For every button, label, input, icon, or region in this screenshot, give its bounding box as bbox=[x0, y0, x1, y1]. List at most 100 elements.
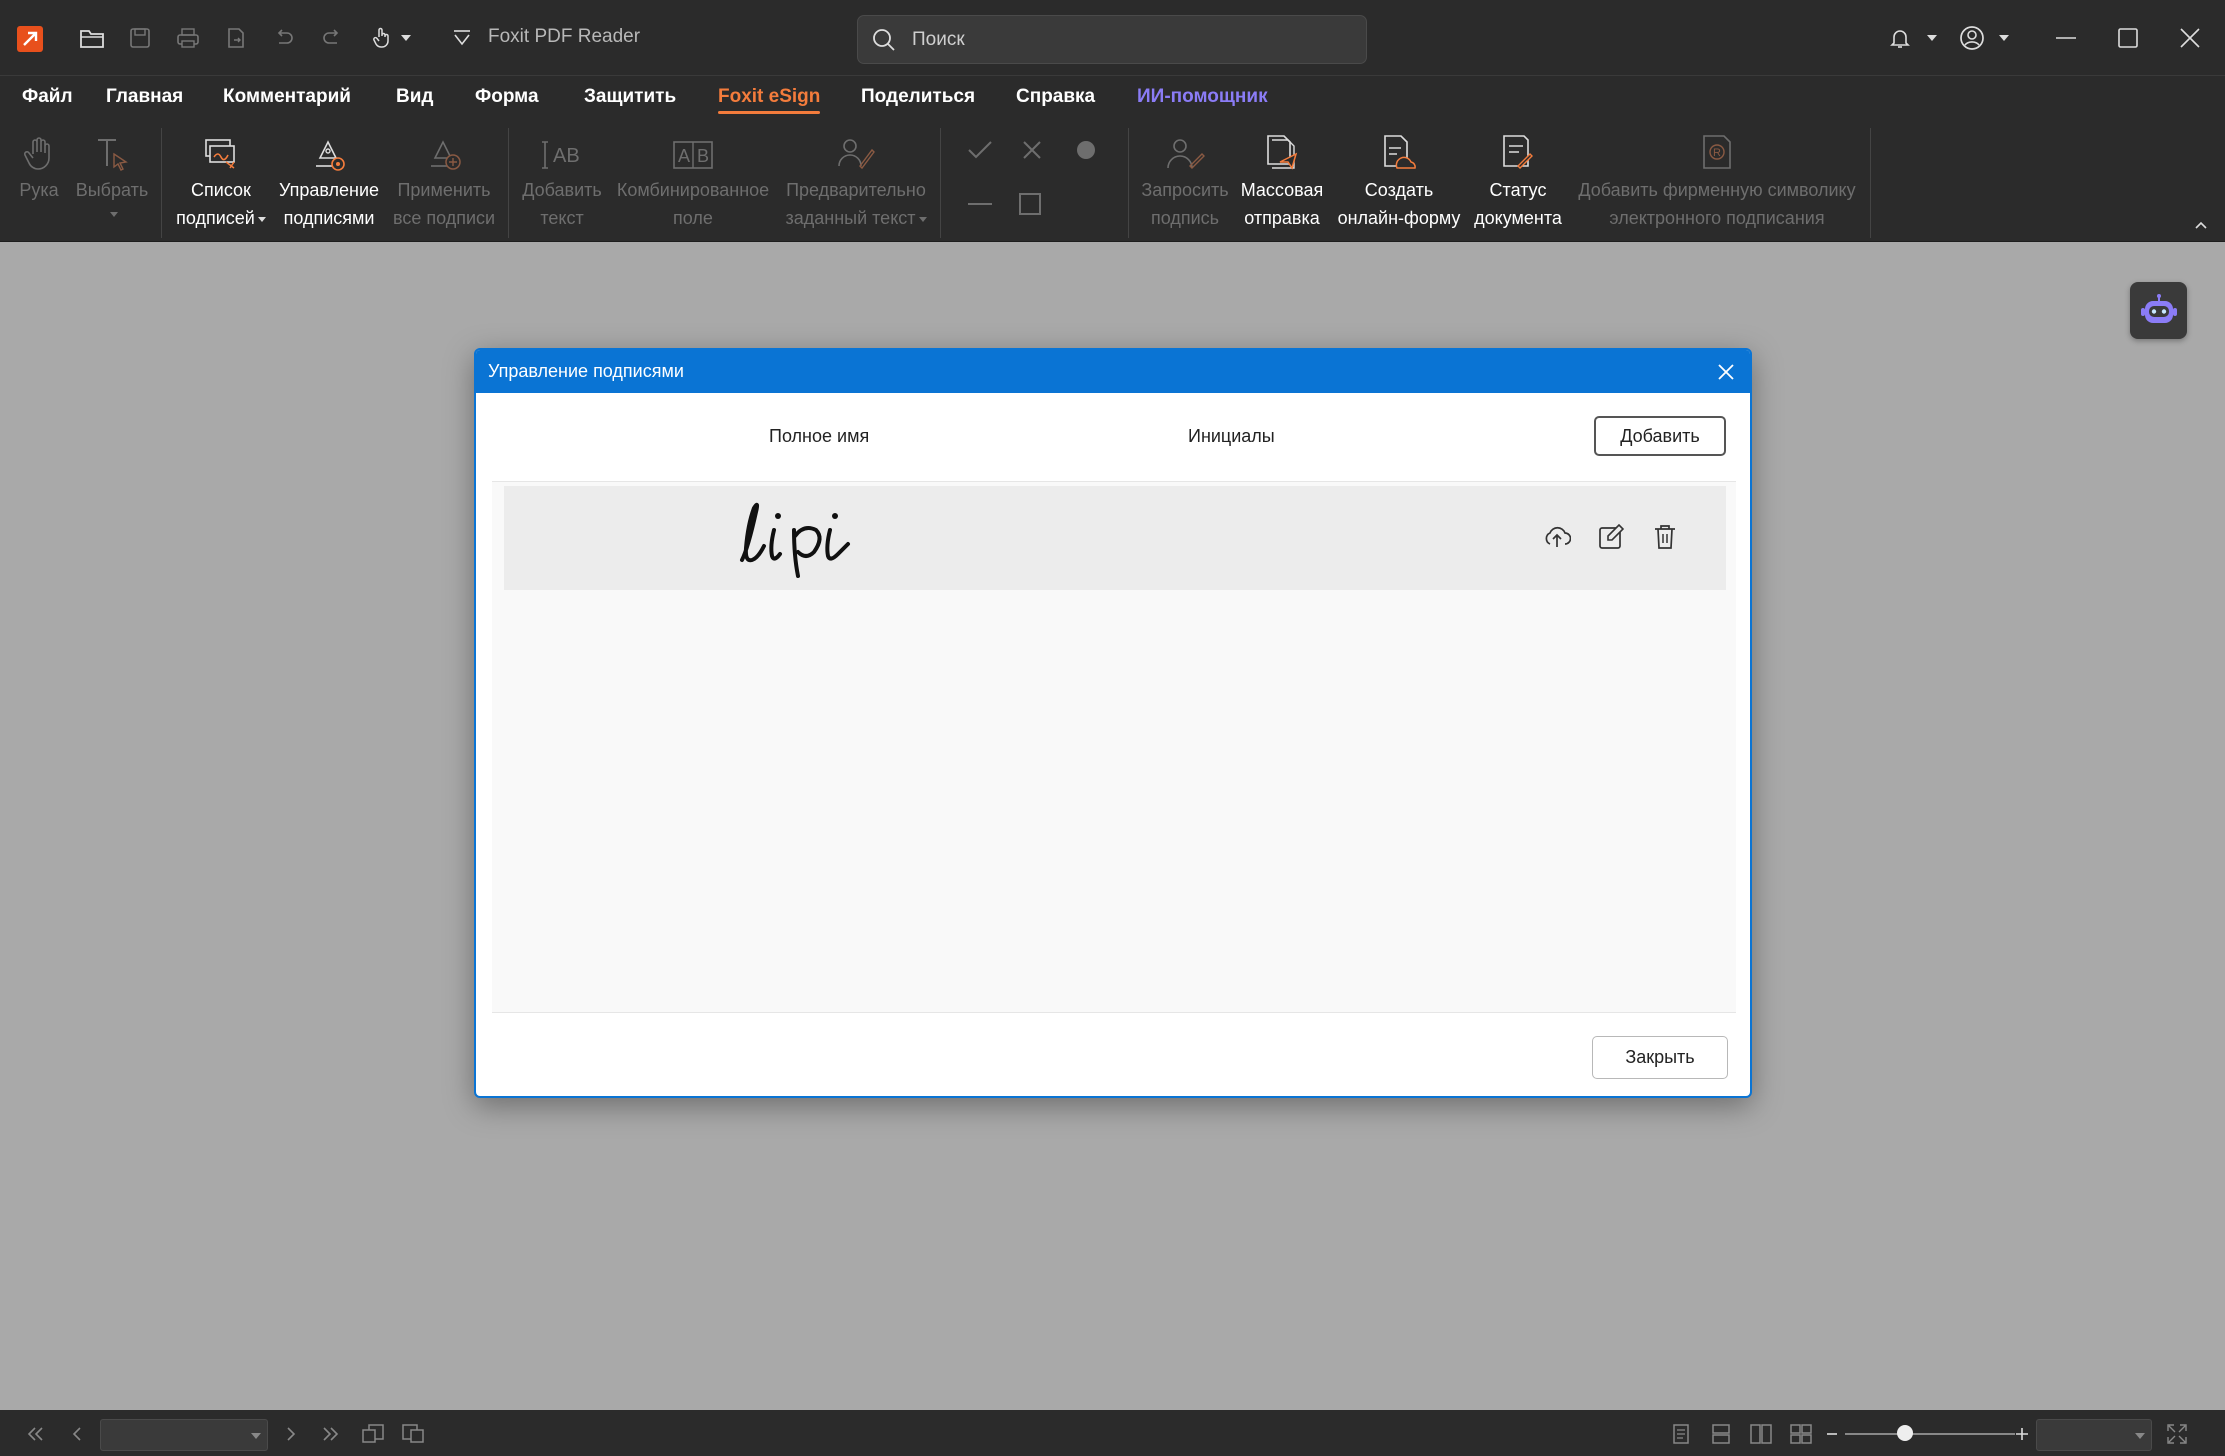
open-folder-icon[interactable] bbox=[74, 20, 110, 56]
notifications-bell-icon[interactable] bbox=[1882, 20, 1918, 56]
previous-view-icon[interactable] bbox=[360, 1422, 386, 1446]
upload-signature-icon[interactable] bbox=[1540, 520, 1574, 554]
delete-signature-icon[interactable] bbox=[1648, 520, 1682, 554]
zoom-out-icon[interactable] bbox=[1822, 1422, 1842, 1446]
next-page-icon[interactable] bbox=[278, 1422, 304, 1446]
menu-comment[interactable]: Комментарий bbox=[223, 86, 351, 108]
checkmark-tool-icon[interactable] bbox=[962, 132, 998, 168]
document-status-icon bbox=[1498, 122, 1538, 176]
menu-protect[interactable]: Защитить bbox=[584, 86, 676, 108]
dialog-close-icon[interactable] bbox=[1712, 358, 1740, 386]
apply-all-signatures-button[interactable]: Применить все подписи bbox=[386, 122, 502, 240]
dialog-title: Управление подписями bbox=[488, 361, 684, 381]
search-icon bbox=[871, 27, 897, 53]
account-dropdown-icon[interactable] bbox=[1994, 20, 2014, 56]
manage-signatures-icon bbox=[310, 122, 348, 176]
export-icon[interactable] bbox=[218, 20, 254, 56]
ribbon-separator bbox=[940, 128, 941, 238]
request-signature-button[interactable]: Запросить подпись bbox=[1136, 122, 1234, 240]
menu-file[interactable]: Файл bbox=[22, 86, 73, 108]
request-signature-icon bbox=[1164, 122, 1206, 176]
add-signature-button[interactable]: Добавить bbox=[1594, 416, 1726, 456]
ribbon-separator bbox=[161, 128, 162, 238]
search-box[interactable] bbox=[857, 15, 1367, 64]
predefined-text-icon bbox=[836, 122, 876, 176]
menu-view[interactable]: Вид bbox=[396, 86, 433, 108]
foxit-logo-icon bbox=[17, 26, 43, 52]
zoom-slider-thumb[interactable] bbox=[1896, 1425, 1913, 1441]
menu-form[interactable]: Форма bbox=[475, 86, 539, 108]
minimize-icon[interactable] bbox=[2048, 20, 2084, 56]
add-text-icon: AB bbox=[541, 122, 583, 176]
facing-view-icon[interactable] bbox=[1748, 1422, 1774, 1446]
ribbon-separator bbox=[1128, 128, 1129, 238]
previous-page-icon[interactable] bbox=[64, 1422, 90, 1446]
maximize-icon[interactable] bbox=[2110, 20, 2146, 56]
menu-foxit-esign[interactable]: Foxit eSign bbox=[718, 86, 821, 114]
document-status-button[interactable]: Статус документа bbox=[1470, 122, 1566, 240]
dot-tool-icon[interactable] bbox=[1068, 132, 1104, 168]
menu-bar: Файл Главная Комментарий Вид Форма Защит… bbox=[0, 76, 2225, 122]
menu-home[interactable]: Главная bbox=[106, 86, 183, 108]
last-page-icon[interactable] bbox=[318, 1422, 344, 1446]
redo-icon[interactable] bbox=[314, 20, 350, 56]
menu-share[interactable]: Поделиться bbox=[861, 86, 975, 108]
cross-tool-icon[interactable] bbox=[1014, 132, 1050, 168]
svg-text:AB: AB bbox=[553, 145, 580, 167]
first-page-icon[interactable] bbox=[22, 1422, 48, 1446]
branding-icon: R bbox=[1700, 122, 1734, 176]
app-title: Foxit PDF Reader bbox=[488, 26, 641, 47]
zoom-dropdown-icon bbox=[2135, 1433, 2145, 1439]
apply-all-signatures-icon bbox=[425, 122, 463, 176]
add-text-button[interactable]: AB Добавить текст bbox=[514, 122, 610, 240]
menu-help[interactable]: Справка bbox=[1016, 86, 1095, 108]
ai-robot-icon bbox=[2140, 293, 2177, 323]
add-esign-branding-button[interactable]: R Добавить фирменную символику электронн… bbox=[1572, 122, 1862, 240]
rectangle-tool-icon[interactable] bbox=[1012, 186, 1048, 222]
column-header-full-name: Полное имя bbox=[769, 426, 870, 446]
signature-row[interactable] bbox=[504, 486, 1726, 590]
bulk-send-button[interactable]: Массовая отправка bbox=[1236, 122, 1328, 240]
combo-field-icon: AB bbox=[672, 122, 714, 176]
select-text-icon bbox=[94, 122, 130, 176]
hand-tool-button[interactable]: Рука bbox=[10, 122, 68, 240]
quick-access-customize-icon[interactable] bbox=[444, 20, 480, 56]
zoom-slider-track[interactable] bbox=[1845, 1433, 2015, 1435]
close-dialog-button[interactable]: Закрыть bbox=[1592, 1036, 1728, 1079]
signature-list-button[interactable]: Список подписей bbox=[168, 122, 274, 240]
fullscreen-icon[interactable] bbox=[2164, 1422, 2190, 1446]
select-tool-button[interactable]: Выбрать bbox=[74, 122, 150, 240]
window-close-icon[interactable] bbox=[2172, 20, 2208, 56]
signature-list-dropdown-icon bbox=[257, 216, 266, 222]
undo-icon[interactable] bbox=[266, 20, 302, 56]
print-icon[interactable] bbox=[170, 20, 206, 56]
zoom-level-field[interactable] bbox=[2036, 1419, 2152, 1451]
full-name-signature-image bbox=[734, 490, 906, 582]
combo-field-button[interactable]: AB Комбинированное поле bbox=[612, 122, 774, 240]
page-number-field[interactable] bbox=[100, 1419, 268, 1451]
zoom-in-icon[interactable] bbox=[2012, 1422, 2032, 1446]
edit-signature-icon[interactable] bbox=[1594, 520, 1628, 554]
touch-mode-dropdown-icon[interactable] bbox=[396, 20, 416, 56]
menu-ai-assistant[interactable]: ИИ-помощник bbox=[1137, 86, 1268, 108]
create-online-form-button[interactable]: Создать онлайн-форму bbox=[1332, 122, 1466, 240]
touch-mode-icon[interactable] bbox=[364, 20, 400, 56]
collapse-ribbon-icon[interactable] bbox=[2190, 214, 2212, 236]
save-icon[interactable] bbox=[122, 20, 158, 56]
column-header-initials: Инициалы bbox=[1188, 426, 1275, 446]
continuous-facing-view-icon[interactable] bbox=[1788, 1422, 1814, 1446]
ribbon-separator bbox=[508, 128, 509, 238]
ribbon-separator bbox=[1870, 128, 1871, 238]
next-view-icon[interactable] bbox=[400, 1422, 426, 1446]
ribbon-toolbar: Рука Выбрать Список подписей Управление … bbox=[0, 122, 2225, 242]
online-form-icon bbox=[1379, 122, 1419, 176]
account-icon[interactable] bbox=[1954, 20, 1990, 56]
single-page-view-icon[interactable] bbox=[1668, 1422, 1694, 1446]
notifications-dropdown-icon[interactable] bbox=[1922, 20, 1942, 56]
ai-assistant-float-button[interactable] bbox=[2130, 282, 2187, 339]
manage-signatures-button[interactable]: Управление подписями bbox=[276, 122, 382, 240]
line-tool-icon[interactable] bbox=[962, 186, 998, 222]
predefined-text-button[interactable]: Предварительно заданный текст bbox=[780, 122, 932, 240]
continuous-view-icon[interactable] bbox=[1708, 1422, 1734, 1446]
search-input[interactable] bbox=[912, 26, 1342, 54]
